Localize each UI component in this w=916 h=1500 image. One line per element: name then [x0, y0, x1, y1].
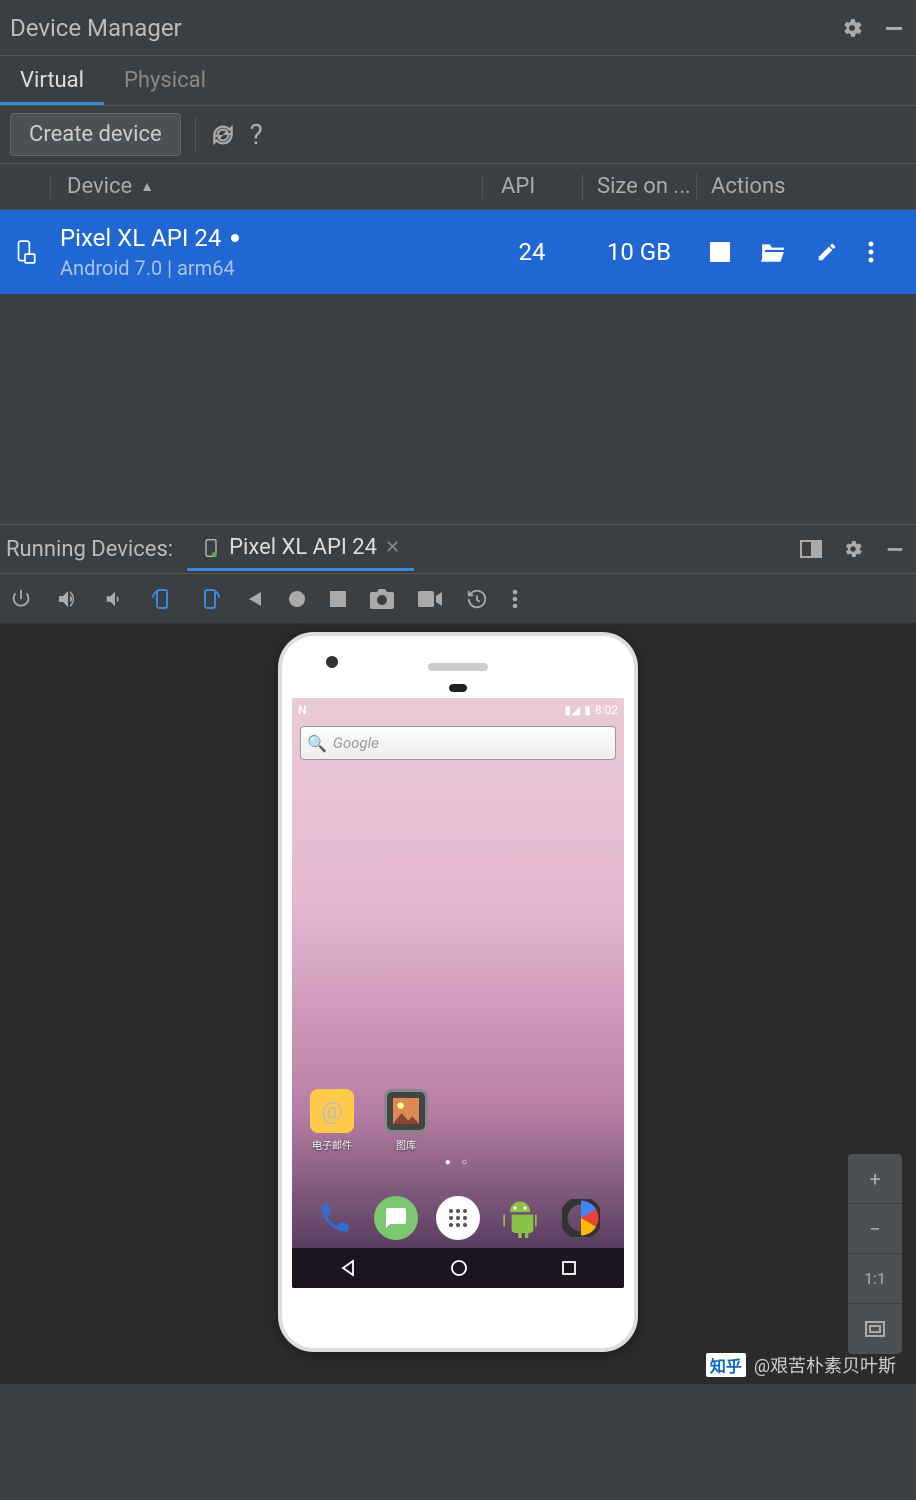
phone-bezel-top	[282, 636, 634, 698]
zoom-panel: + − 1:1	[848, 1154, 902, 1354]
column-device[interactable]: Device ▲	[50, 174, 482, 199]
more-vert-icon[interactable]	[868, 241, 874, 263]
phone-bezel-bottom	[282, 1288, 634, 1348]
gear-icon[interactable]	[840, 16, 864, 40]
zoom-out-button[interactable]: −	[848, 1204, 902, 1254]
app-email-label: 电子邮件	[306, 1137, 358, 1152]
video-icon[interactable]	[418, 591, 442, 607]
device-sub: Android 7.0 | arm64	[60, 256, 482, 280]
running-devices-title: Running Devices:	[0, 537, 187, 562]
column-actions: Actions	[696, 174, 916, 199]
stop-icon[interactable]	[710, 242, 730, 262]
close-tab-icon[interactable]: ✕	[385, 537, 400, 558]
zoom-fit-button[interactable]	[848, 1304, 902, 1354]
rotate-left-icon[interactable]	[150, 587, 174, 611]
status-time: 8:02	[595, 703, 618, 717]
app-gallery-label: 图库	[380, 1137, 432, 1152]
nav-home-icon[interactable]	[450, 1259, 468, 1277]
back-icon[interactable]	[246, 590, 264, 608]
app-email[interactable]: @ 电子邮件	[306, 1089, 358, 1152]
status-dot-icon	[231, 234, 239, 242]
android-nav-bar	[292, 1248, 624, 1288]
nav-recent-icon[interactable]	[561, 1260, 577, 1276]
stop-icon[interactable]	[330, 591, 346, 607]
gear-icon[interactable]	[842, 538, 864, 560]
device-type-icon	[0, 239, 50, 265]
emulator-viewport: N ▮◢ ▮ 8:02 🔍 Google @ 电子邮件 图库 ●	[0, 624, 916, 1384]
edit-icon[interactable]	[816, 241, 838, 263]
column-device-label: Device	[67, 174, 132, 199]
watermark: 知乎 @艰苦朴素贝叶斯	[706, 1352, 896, 1378]
device-api: 24	[482, 238, 582, 266]
dock-apps[interactable]	[436, 1196, 480, 1240]
empty-area	[0, 294, 916, 524]
phone-frame: N ▮◢ ▮ 8:02 🔍 Google @ 电子邮件 图库 ●	[278, 632, 638, 1352]
panel-title: Device Manager	[10, 14, 840, 42]
minimize-icon[interactable]	[884, 538, 906, 560]
zoom-one-button[interactable]: 1:1	[848, 1254, 902, 1304]
history-icon[interactable]	[466, 588, 488, 610]
battery-icon: ▮	[584, 703, 591, 717]
volume-up-icon[interactable]	[56, 588, 80, 610]
column-api[interactable]: API	[482, 174, 582, 199]
search-widget[interactable]: 🔍 Google	[300, 726, 616, 760]
dock-messages[interactable]	[374, 1196, 418, 1240]
window-icon[interactable]	[800, 540, 822, 558]
page-indicator: ● ○	[445, 1157, 472, 1168]
search-placeholder: Google	[333, 734, 379, 752]
phone-screen[interactable]: N ▮◢ ▮ 8:02 🔍 Google @ 电子邮件 图库 ●	[292, 698, 624, 1288]
sort-asc-icon: ▲	[140, 178, 154, 195]
device-size: 10 GB	[582, 238, 696, 266]
search-icon: 🔍	[307, 734, 327, 753]
nav-back-icon[interactable]	[339, 1259, 357, 1277]
tab-virtual[interactable]: Virtual	[0, 56, 104, 105]
zoom-in-button[interactable]: +	[848, 1154, 902, 1204]
signal-icon: ▮◢	[564, 703, 580, 717]
running-device-tab[interactable]: Pixel XL API 24 ✕	[187, 527, 414, 571]
refresh-icon[interactable]	[210, 122, 236, 148]
record-icon[interactable]	[288, 590, 306, 608]
device-row[interactable]: Pixel XL API 24 Android 7.0 | arm64 24 1…	[0, 210, 916, 294]
device-name: Pixel XL API 24	[60, 224, 221, 252]
status-bar: N ▮◢ ▮ 8:02	[292, 698, 624, 722]
sensor-icon	[449, 684, 467, 692]
android-n-icon: N	[298, 703, 306, 717]
speaker-icon	[428, 663, 488, 671]
power-icon[interactable]	[10, 588, 32, 610]
zhihu-logo: 知乎	[706, 1353, 746, 1377]
folder-open-icon[interactable]	[760, 242, 786, 262]
rotate-right-icon[interactable]	[198, 587, 222, 611]
help-icon[interactable]: ?	[250, 118, 263, 151]
dock-android[interactable]	[498, 1196, 542, 1240]
camera-icon[interactable]	[370, 589, 394, 609]
device-tabs: Virtual Physical	[0, 56, 916, 106]
dock-phone[interactable]	[313, 1196, 357, 1240]
dock	[292, 1196, 624, 1240]
column-size[interactable]: Size on ...	[582, 174, 696, 199]
tab-physical[interactable]: Physical	[104, 56, 226, 105]
phone-icon	[201, 538, 221, 558]
app-gallery[interactable]: 图库	[380, 1089, 432, 1152]
volume-down-icon[interactable]	[104, 588, 126, 610]
create-device-button[interactable]: Create device	[10, 113, 181, 156]
watermark-user: @艰苦朴素贝叶斯	[754, 1352, 896, 1378]
running-tab-label: Pixel XL API 24	[229, 535, 377, 560]
dock-camera[interactable]	[559, 1196, 603, 1240]
more-vert-icon[interactable]	[512, 589, 518, 609]
divider	[195, 117, 196, 153]
minimize-icon[interactable]	[882, 16, 906, 40]
camera-icon	[326, 656, 338, 668]
